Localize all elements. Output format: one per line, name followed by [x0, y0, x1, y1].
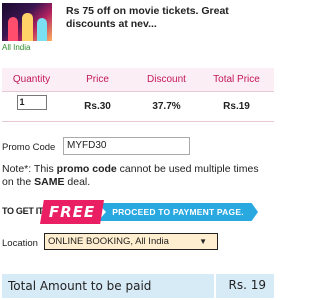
quantity-input[interactable]: 1: [16, 95, 47, 111]
header-price: Price: [61, 68, 134, 92]
note-bold-same: SAME: [34, 176, 65, 188]
location-selected-value: ONLINE BOOKING, All India: [48, 236, 169, 247]
order-table: Quantity Price Discount Total Price 1 Rs…: [2, 68, 274, 122]
header-total-price: Total Price: [199, 68, 274, 92]
proceed-to-payment-button[interactable]: PROCEED TO PAYMENT PAGE.: [98, 203, 258, 221]
quantity-cell: 1: [2, 91, 61, 122]
promo-note: Note*: This promo code cannot be used mu…: [2, 163, 272, 189]
table-header-row: Quantity Price Discount Total Price: [2, 68, 274, 92]
total-amount-label: Total Amount to be paid: [8, 279, 152, 293]
total-amount-value: Rs. 19: [228, 278, 267, 292]
banner-to-get-it-text: TO GET IT: [2, 206, 44, 216]
deal-title[interactable]: Rs 75 off on movie tickets. Great discou…: [66, 5, 271, 31]
deal-summary: All India Rs 75 off on movie tickets. Gr…: [0, 0, 277, 56]
header-discount: Discount: [134, 68, 199, 92]
total-divider: [214, 274, 216, 298]
location-select[interactable]: ONLINE BOOKING, All India ▼: [44, 233, 218, 250]
note-prefix: Note*: This: [2, 163, 57, 175]
deal-thumbnail-image[interactable]: [2, 3, 52, 41]
note-bold-promo-code: promo code: [56, 163, 117, 175]
table-row: 1 Rs.30 37.7% Rs.19: [2, 91, 274, 122]
promo-code-input[interactable]: MYFD30: [63, 137, 190, 155]
dropdown-arrow-icon: ▼: [199, 237, 207, 246]
discount-cell: 37.7%: [134, 91, 199, 122]
note-suffix: deal.: [64, 176, 91, 188]
deal-location: All India: [2, 43, 31, 52]
promo-code-label: Promo Code: [2, 142, 56, 153]
location-label: Location: [2, 238, 38, 249]
header-quantity: Quantity: [2, 68, 61, 92]
proceed-to-payment-banner[interactable]: TO GET IT PROCEED TO PAYMENT PAGE. FREE: [2, 200, 272, 224]
price-cell: Rs.30: [61, 91, 134, 122]
total-amount-bar: Total Amount to be paid Rs. 19: [2, 274, 274, 298]
total-price-cell: Rs.19: [199, 91, 274, 122]
free-badge: FREE: [40, 200, 104, 224]
